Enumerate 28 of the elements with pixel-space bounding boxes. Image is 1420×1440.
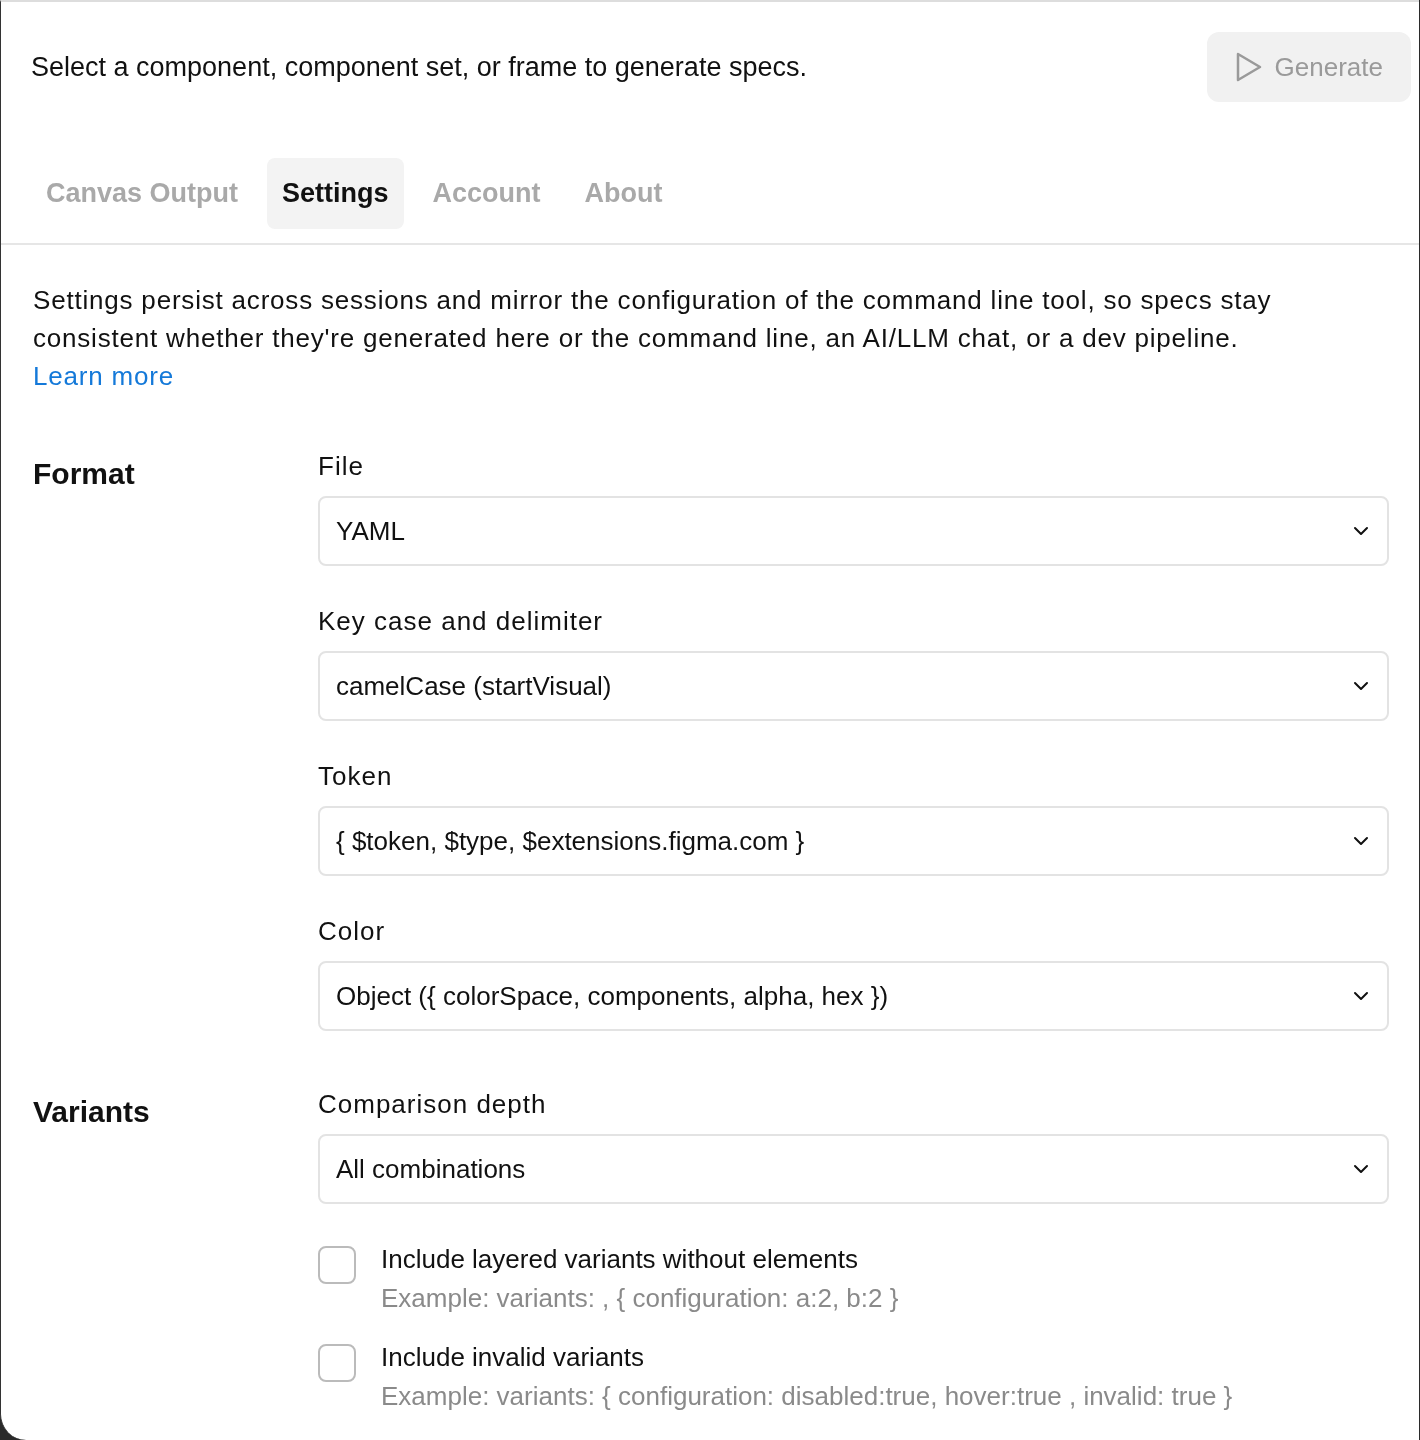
dropdown-select[interactable]: Object ({ colorSpace, components, alpha, hex }) xyxy=(318,961,1389,1031)
checkbox-label: Include layered variants without elements xyxy=(381,1244,859,1275)
chevron-down-icon xyxy=(1353,681,1369,691)
field-label: Comparison depth xyxy=(318,1089,548,1120)
intro-paragraph: Settings persist across sessions and mirror the configuration of the command line tool, so specs stay consistent whether they're generated here or the command line, an AI/LLM chat, or a dev pipeline. Learn more xyxy=(33,284,1273,393)
dropdown-select[interactable]: { $token, $type, $extensions.figma.com } xyxy=(318,806,1389,876)
learn-more-link[interactable]: Learn more xyxy=(33,361,174,391)
field-label: Color xyxy=(318,916,387,947)
checkbox[interactable] xyxy=(318,1344,356,1382)
chevron-down-icon xyxy=(1353,836,1369,846)
dropdown-select[interactable]: All combinations xyxy=(318,1134,1389,1204)
field-label: Key case and delimiter xyxy=(318,606,605,637)
example-hint: Example: variants: { configuration: disabled:true, hover:true , invalid: true } xyxy=(381,1381,1233,1412)
play-icon xyxy=(1234,51,1263,83)
chevron-down-icon xyxy=(1353,991,1369,1001)
dropdown-select[interactable]: camelCase (startVisual) xyxy=(318,651,1389,721)
chevron-down-icon xyxy=(1353,1164,1369,1174)
checkbox-label: Include invalid variants xyxy=(381,1342,646,1373)
section-title: Variants xyxy=(33,1094,151,1130)
field-label: Token xyxy=(318,761,394,792)
field-label: File xyxy=(318,451,365,482)
tab[interactable]: Settings xyxy=(267,158,404,229)
section-title: Format xyxy=(33,456,136,492)
chevron-down-icon xyxy=(1353,526,1369,536)
instruction-text: Select a component, component set, or frame to generate specs. xyxy=(31,51,807,83)
checkbox[interactable] xyxy=(318,1246,356,1284)
dropdown-select[interactable]: YAML xyxy=(318,496,1389,566)
example-hint: Example: variants: , { configuration: a:2, b:2 } xyxy=(381,1283,899,1314)
